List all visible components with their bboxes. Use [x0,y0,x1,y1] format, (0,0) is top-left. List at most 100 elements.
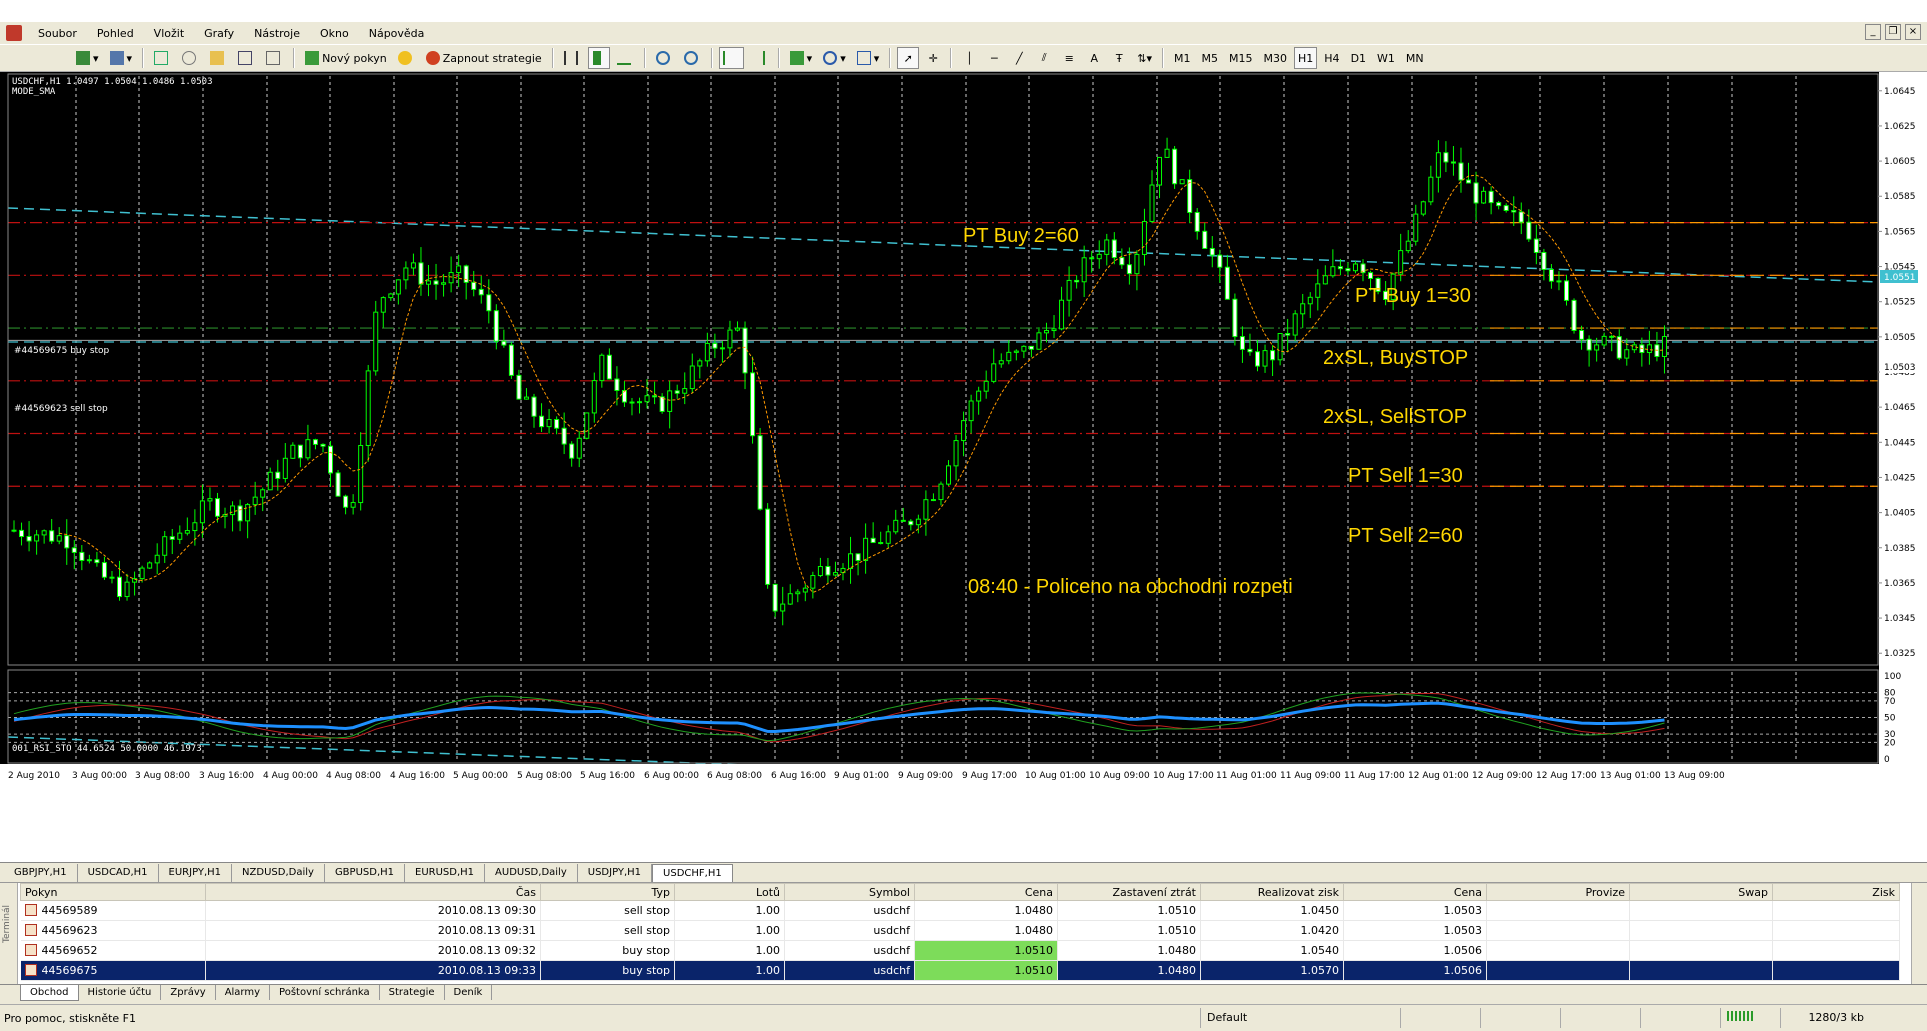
terminal-button[interactable] [234,47,259,69]
chart-tab[interactable]: USDJPY,H1 [578,864,653,882]
cell-order: 44569675 [20,960,206,981]
terminal-side-bar[interactable]: Terminál [0,883,18,985]
chart-tab[interactable]: USDCAD,H1 [78,864,159,882]
chart-window[interactable]: 1.0645 1.0625 1.0605 1.0585 1.0565 1.0545 1.05… [0,72,1927,862]
table-row-selected[interactable]: 44569675 2010.08.13 09:33 buy stop 1.00 … [20,960,1900,981]
trendline-button[interactable]: ╱ [1008,47,1030,69]
menu-window[interactable]: Okno [310,27,359,40]
data-window-button[interactable] [178,47,203,69]
col-lots[interactable]: Lotů [674,883,785,901]
text-button[interactable]: A [1083,47,1105,69]
menu-help[interactable]: Nápověda [359,27,435,40]
market-watch-button[interactable] [150,47,175,69]
channel-button[interactable]: ⫽ [1033,47,1055,69]
new-order-button[interactable]: Nový pokyn [301,47,391,69]
line-chart-button[interactable] [613,47,638,69]
tab-alerts[interactable]: Alarmy [216,985,271,1000]
zoom-out-button[interactable] [680,47,705,69]
candle-body [34,534,40,542]
arrows-button[interactable]: ⇅▾ [1133,47,1156,69]
menu-insert[interactable]: Vložit [144,27,194,40]
tab-experts[interactable]: Strategie [380,985,445,1000]
period-m5[interactable]: M5 [1198,47,1223,69]
vline-button[interactable]: │ [958,47,980,69]
bar-chart-button[interactable] [560,47,585,69]
tab-trade[interactable]: Obchod [20,985,79,1001]
orders-scrollbar[interactable] [1911,883,1927,985]
period-m30[interactable]: M30 [1260,47,1292,69]
col-commission[interactable]: Provize [1486,883,1630,901]
candle-body [780,603,786,612]
tab-mailbox[interactable]: Poštovní schránka [270,985,380,1000]
col-price[interactable]: Cena [914,883,1058,901]
menu-file[interactable]: Soubor [28,27,87,40]
annotation-pt-buy-2: PT Buy 2=60 [963,225,1079,247]
tab-account-history[interactable]: Historie účtu [79,985,162,1000]
chart-tab[interactable]: GBPJPY,H1 [4,864,78,882]
periods-button[interactable]: ▾ [819,47,850,69]
cursor-button[interactable]: ➚ [897,47,920,69]
tester-button[interactable] [262,47,287,69]
profiles-button[interactable]: ▾ [106,47,137,69]
navigator-button[interactable] [206,47,231,69]
candle-body [124,581,130,598]
candle-body [267,471,273,491]
chart-tab[interactable]: NZDUSD,Daily [232,864,325,882]
col-order[interactable]: Pokyn [20,883,206,901]
chart-tab[interactable]: EURJPY,H1 [159,864,233,882]
chart-tab-active[interactable]: USDCHF,H1 [652,864,733,882]
menu-view[interactable]: Pohled [87,27,144,40]
col-stop-loss[interactable]: Zastavení ztrát [1057,883,1201,901]
col-time[interactable]: Čas [205,883,541,901]
indicators-button[interactable]: ▾ [786,47,817,69]
period-h1[interactable]: H1 [1294,47,1318,69]
table-row[interactable]: 44569589 2010.08.13 09:30 sell stop 1.00… [20,900,1900,921]
candle-chart-button[interactable] [587,47,610,69]
chart-tab[interactable]: EURUSD,H1 [405,864,486,882]
chart-tab[interactable]: AUDUSD,Daily [485,864,578,882]
crosshair-button[interactable]: ✛ [922,47,944,69]
candle-body [456,265,462,274]
candle-body [787,593,793,605]
col-current-price[interactable]: Cena [1343,883,1487,901]
minimize-icon[interactable]: _ [1865,24,1881,40]
menu-charts[interactable]: Grafy [194,27,244,40]
period-m1[interactable]: M1 [1170,47,1195,69]
menu-tools[interactable]: Nástroje [244,27,310,40]
fibo-button[interactable]: ≡ [1058,47,1080,69]
period-h4[interactable]: H4 [1320,47,1343,69]
new-chart-button[interactable]: ▾ [72,47,103,69]
auto-trading-button[interactable]: Zapnout strategie [422,47,546,69]
period-d1[interactable]: D1 [1347,47,1370,69]
candle-body [1300,303,1306,315]
candle-body [629,401,635,404]
hline-button[interactable]: ─ [983,47,1005,69]
period-w1[interactable]: W1 [1373,47,1399,69]
col-swap[interactable]: Swap [1629,883,1773,901]
templates-button[interactable]: ▾ [853,47,884,69]
metaeditor-icon [397,51,412,65]
col-symbol[interactable]: Symbol [784,883,915,901]
table-row[interactable]: 44569623 2010.08.13 09:31 sell stop 1.00… [20,920,1900,941]
period-m15[interactable]: M15 [1225,47,1257,69]
close-icon[interactable]: × [1905,24,1921,40]
tab-news[interactable]: Zprávy [161,985,216,1000]
table-row[interactable]: 44569652 2010.08.13 09:32 buy stop 1.00 … [20,940,1900,961]
candle-body [848,553,854,569]
zoom-in-button[interactable] [652,47,677,69]
chart-tab[interactable]: GBPUSD,H1 [325,864,406,882]
label-button[interactable]: Ŧ [1108,47,1130,69]
col-profit[interactable]: Zisk [1772,883,1900,901]
col-take-profit[interactable]: Realizovat zisk [1200,883,1344,901]
metaeditor-button[interactable] [394,47,419,69]
autoscroll-button[interactable] [718,47,744,69]
cell-price: 1.0480 [914,900,1058,921]
col-type[interactable]: Typ [540,883,675,901]
chart-shift-button[interactable] [747,47,772,69]
tab-journal[interactable]: Deník [445,985,493,1000]
restore-icon[interactable]: ❐ [1885,24,1901,40]
level-price-label: 1.0551 [1884,273,1916,283]
price-chart[interactable]: 1.06451.06251.06051.05851.05651.05451.05… [0,72,1927,862]
period-mn[interactable]: MN [1402,47,1428,69]
candle-body [976,390,982,402]
